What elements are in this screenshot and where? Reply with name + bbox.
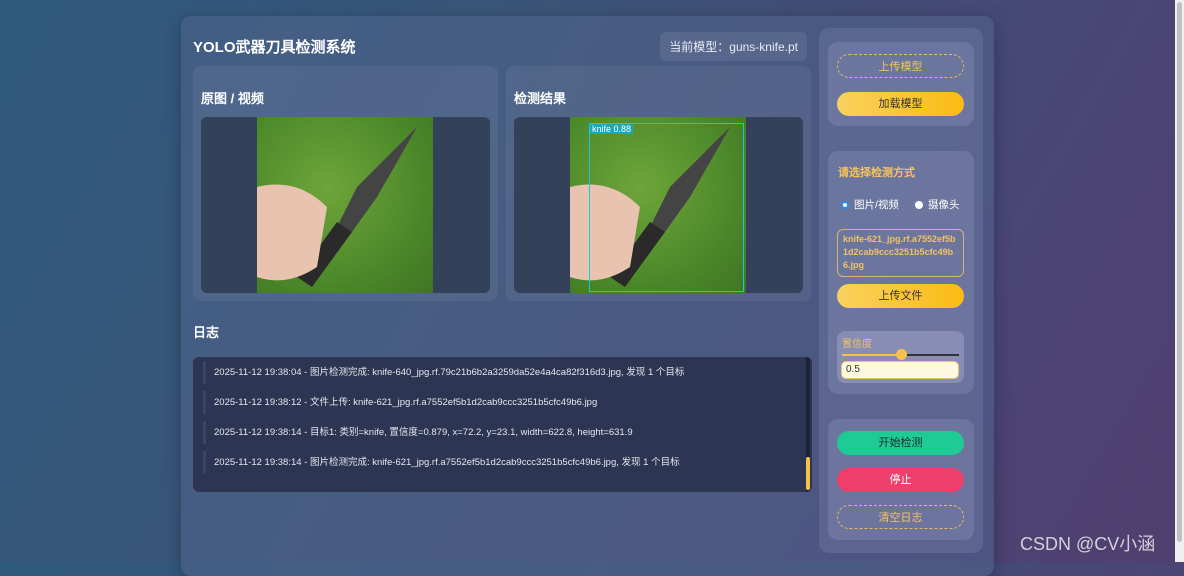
log-title: 日志 (193, 325, 220, 340)
original-panel: 原图 / 视频 (193, 66, 498, 301)
slider-knob[interactable] (895, 349, 907, 360)
original-image (257, 117, 433, 293)
result-image: knife 0.88 (570, 117, 746, 293)
page-title: YOLO武器刀具检测系统 (193, 39, 356, 56)
result-panel: 检测结果 knife 0.88 (506, 66, 811, 301)
confidence-input[interactable]: 0.5 (841, 361, 959, 379)
stop-button[interactable]: 停止 (837, 468, 964, 492)
mode-card: 请选择检测方式 图片/视频 摄像头 knife-621_jpg.rf.a7552… (828, 151, 974, 394)
log-entry: 2025-11-12 19:38:14 - 目标1: 类别=knife, 置信度… (203, 421, 802, 444)
clear-log-button[interactable]: 清空日志 (837, 505, 964, 529)
log-entry: 2025-11-12 19:38:14 - 图片检测完成: knife-621_… (203, 451, 802, 474)
upload-model-button[interactable]: 上传模型 (837, 54, 964, 78)
log-entry: 2025-11-12 19:38:04 - 图片检测完成: knife-640_… (203, 361, 802, 384)
log-entry: 2025-11-12 19:38:12 - 文件上传: knife-621_jp… (203, 391, 802, 414)
model-card: 上传模型 加载模型 (828, 42, 974, 126)
sidebar: 上传模型 加载模型 请选择检测方式 图片/视频 摄像头 knife-621_jp… (819, 28, 983, 553)
confidence-slider[interactable] (842, 349, 959, 360)
current-model-badge: 当前模型：guns-knife.pt (660, 32, 807, 61)
start-detection-button[interactable]: 开始检测 (837, 431, 964, 455)
result-image-box: knife 0.88 (514, 117, 803, 293)
original-title: 原图 / 视频 (201, 91, 264, 106)
slider-fill (842, 354, 901, 356)
radio-selected-icon (841, 200, 849, 209)
detection-box: knife 0.88 (589, 123, 744, 292)
mode-title: 请选择检测方式 (838, 167, 915, 179)
log-scrollbar-thumb[interactable] (806, 457, 810, 490)
watermark: CSDN @CV小涵 (1020, 534, 1156, 554)
action-card: 开始检测 停止 清空日志 (828, 419, 974, 540)
selected-file-name: knife-621_jpg.rf.a7552ef5b1d2cab9ccc3251… (837, 229, 964, 277)
page-scrollbar[interactable] (1175, 0, 1184, 562)
page-scrollbar-thumb[interactable] (1177, 2, 1182, 542)
log-list: 2025-11-12 19:38:04 - 图片检测完成: knife-640_… (193, 357, 812, 492)
upload-file-button[interactable]: 上传文件 (837, 284, 964, 308)
detection-label: knife 0.88 (590, 124, 634, 134)
confidence-label: 置信度 (842, 339, 872, 350)
mode-camera-label: 摄像头 (928, 199, 960, 211)
radio-icon (915, 200, 923, 209)
knife-hand-picture (257, 127, 417, 287)
mode-camera-radio[interactable]: 摄像头 (915, 197, 960, 212)
confidence-control: 置信度 0.5 (837, 331, 964, 383)
mode-image-label: 图片/视频 (854, 199, 899, 211)
original-image-box (201, 117, 490, 293)
mode-image-radio[interactable]: 图片/视频 (841, 197, 899, 212)
load-model-button[interactable]: 加载模型 (837, 92, 964, 116)
result-title: 检测结果 (514, 91, 567, 106)
